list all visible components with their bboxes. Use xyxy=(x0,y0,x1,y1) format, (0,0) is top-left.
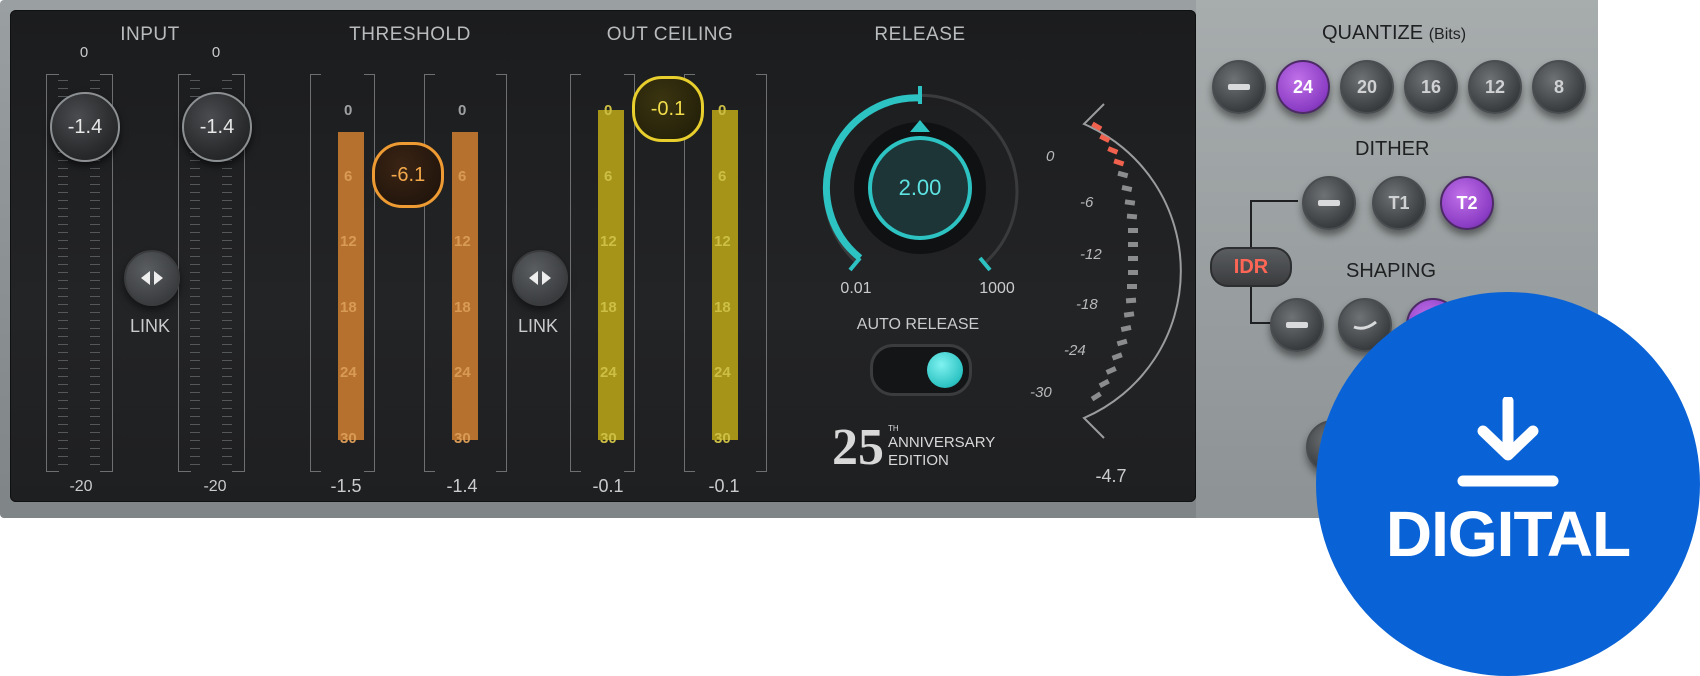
release-max-label: 1000 xyxy=(979,280,1015,297)
out-scale-0: 0 xyxy=(1046,148,1055,165)
ceiling-left-bracket-r xyxy=(624,74,635,472)
ceiling-scale-6: 6 xyxy=(604,168,613,185)
release-title: RELEASE xyxy=(874,24,966,45)
ceiling-right-bottom: -0.1 xyxy=(708,476,740,496)
quantize-title-text: QUANTIZE xyxy=(1322,22,1424,44)
ceiling-rscale-12: 12 xyxy=(714,233,731,250)
threshold-scale-24: 24 xyxy=(340,364,357,381)
threshold-knob[interactable]: -6.1 xyxy=(372,142,444,208)
auto-release-label: AUTO RELEASE xyxy=(856,316,980,333)
quantize-8-button[interactable]: 8 xyxy=(1532,60,1586,114)
dash-icon xyxy=(1318,200,1340,206)
threshold-rscale-0: 0 xyxy=(458,102,467,119)
idr-connector-top xyxy=(1250,200,1298,248)
dither-title: DITHER xyxy=(1355,138,1430,160)
threshold-title: THRESHOLD xyxy=(349,24,471,45)
ceiling-rscale-0: 0 xyxy=(718,102,727,119)
out-ceiling-knob[interactable]: -0.1 xyxy=(632,76,704,142)
input-title: INPUT xyxy=(120,24,180,45)
input-link-label: LINK xyxy=(129,316,171,336)
out-scale-24: -24 xyxy=(1064,342,1086,359)
release-min-label: 0.01 xyxy=(840,280,872,297)
threshold-scale-6: 6 xyxy=(344,168,353,185)
quantize-subtitle: (Bits) xyxy=(1428,26,1467,43)
ceiling-scale-18: 18 xyxy=(600,299,617,316)
threshold-rscale-6: 6 xyxy=(458,168,467,185)
shaping-off-button[interactable] xyxy=(1270,298,1324,352)
ceiling-left-bar xyxy=(598,110,624,440)
dash-icon xyxy=(1228,84,1250,90)
quantize-12-button[interactable]: 12 xyxy=(1468,60,1522,114)
threshold-link-label: LINK xyxy=(517,316,559,336)
threshold-scale-30: 30 xyxy=(340,430,357,447)
quantize-24-button[interactable]: 24 xyxy=(1276,60,1330,114)
digital-badge: DIGITAL xyxy=(1316,292,1700,676)
dither-off-button[interactable] xyxy=(1302,176,1356,230)
ceiling-scale-24: 24 xyxy=(600,364,617,381)
input-left-top: 0 xyxy=(79,44,89,61)
threshold-rscale-24: 24 xyxy=(454,364,471,381)
dither-t2-button[interactable]: T2 xyxy=(1440,176,1494,230)
out-scale-6: -6 xyxy=(1080,194,1094,211)
ceiling-scale-12: 12 xyxy=(600,233,617,250)
out-scale-18: -18 xyxy=(1076,296,1098,313)
threshold-link-button[interactable] xyxy=(512,250,568,306)
threshold-rscale-12: 12 xyxy=(454,233,471,250)
input-right-top: 0 xyxy=(211,44,221,61)
idr-button[interactable]: IDR xyxy=(1210,247,1292,287)
shaping-title: SHAPING xyxy=(1346,260,1437,282)
threshold-scale-0: 0 xyxy=(344,102,353,119)
threshold-rscale-18: 18 xyxy=(454,299,471,316)
anniversary-line2: EDITION xyxy=(888,452,949,469)
input-right-bottom: -20 xyxy=(203,478,227,495)
ceiling-right-bar xyxy=(712,110,738,440)
ceiling-rscale-18: 18 xyxy=(714,299,731,316)
threshold-right-bottom: -1.4 xyxy=(446,476,478,496)
ceiling-scale-30: 30 xyxy=(600,430,617,447)
threshold-left-bottom: -1.5 xyxy=(330,476,362,496)
digital-label: DIGITAL xyxy=(1385,498,1631,570)
threshold-rscale-30: 30 xyxy=(454,430,471,447)
threshold-left-bracket-r xyxy=(364,74,375,472)
input-link-button[interactable] xyxy=(124,250,180,306)
link-arrows-icon xyxy=(529,271,551,285)
ceiling-left-bottom: -0.1 xyxy=(592,476,624,496)
out-scale-30: -30 xyxy=(1030,384,1052,401)
ceiling-rscale-24: 24 xyxy=(714,364,731,381)
curve-icon xyxy=(1353,320,1377,330)
output-meter-reading: -4.7 xyxy=(1095,466,1127,486)
quantize-off-button[interactable] xyxy=(1212,60,1266,114)
threshold-scale-18: 18 xyxy=(340,299,357,316)
threshold-right-bracket-r xyxy=(496,74,507,472)
ceiling-rscale-6: 6 xyxy=(718,168,727,185)
quantize-16-button[interactable]: 16 xyxy=(1404,60,1458,114)
quantize-title: QUANTIZE (Bits) xyxy=(1322,22,1466,45)
dash-icon xyxy=(1286,322,1308,328)
ceiling-scale-0: 0 xyxy=(604,102,613,119)
out-ceiling-title: OUT CEILING xyxy=(606,24,734,45)
ceiling-rscale-30: 30 xyxy=(714,430,731,447)
input-right-fader[interactable]: -1.4 xyxy=(182,92,252,162)
ceiling-left-bracket xyxy=(570,74,581,472)
input-left-bottom: -20 xyxy=(69,478,93,495)
download-icon xyxy=(1457,397,1559,487)
anniversary-th: TH xyxy=(888,424,899,433)
threshold-right-bracket xyxy=(424,74,435,472)
anniversary-line1: ANNIVERSARY xyxy=(888,434,996,451)
toggle-knob xyxy=(927,352,963,388)
anniversary-number: 25 xyxy=(832,419,884,476)
link-arrows-icon xyxy=(141,271,163,285)
auto-release-toggle[interactable] xyxy=(870,344,972,396)
quantize-20-button[interactable]: 20 xyxy=(1340,60,1394,114)
out-scale-12: -12 xyxy=(1080,246,1102,263)
release-value: 2.00 xyxy=(898,175,942,200)
threshold-left-bracket xyxy=(310,74,321,472)
input-left-fader[interactable]: -1.4 xyxy=(50,92,120,162)
threshold-scale-12: 12 xyxy=(340,233,357,250)
dither-t1-button[interactable]: T1 xyxy=(1372,176,1426,230)
ceiling-right-bracket-r xyxy=(756,74,767,472)
